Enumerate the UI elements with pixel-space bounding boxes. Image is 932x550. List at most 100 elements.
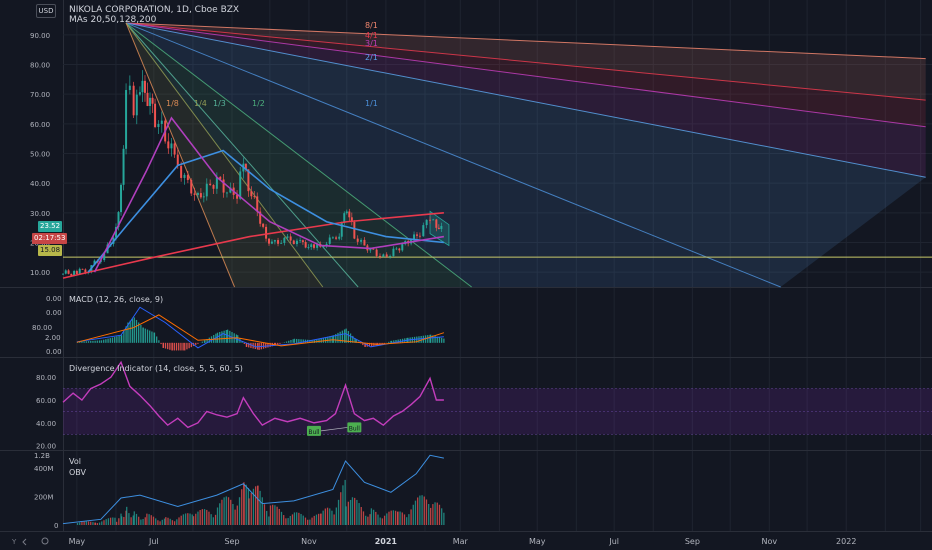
volume-bar — [171, 520, 174, 525]
volume-bar — [365, 515, 367, 525]
macd-histogram-bar — [430, 334, 432, 343]
volume-bar — [302, 515, 304, 525]
macd-histogram-bar — [219, 332, 221, 343]
volume-bar — [81, 521, 83, 525]
volume-bar — [397, 511, 399, 525]
currency-button[interactable]: USD — [36, 4, 56, 18]
candle-body — [143, 80, 146, 93]
candle-body — [398, 248, 401, 251]
volume-bar — [403, 514, 406, 525]
volume-bar — [261, 497, 263, 525]
macd-histogram-bar — [123, 330, 125, 343]
volume-bar — [208, 511, 210, 525]
volume-bar — [358, 503, 360, 525]
macd-histogram-bar — [201, 341, 203, 343]
volume-bar — [428, 504, 430, 525]
time-axis-label: 2021 — [375, 537, 398, 546]
candle-body — [432, 219, 435, 221]
divergence-tick-label: 60.00 — [36, 397, 56, 405]
volume-bar — [313, 515, 315, 525]
volume-bar — [335, 507, 337, 525]
macd-histogram-bar — [438, 337, 441, 343]
macd-histogram-bar — [111, 337, 114, 343]
volume-bar — [236, 505, 238, 525]
volume-bar — [285, 518, 287, 525]
macd-histogram-bar — [81, 341, 83, 343]
macd-histogram-bar — [98, 340, 101, 343]
candle-body — [292, 240, 295, 245]
gann-fan-label: 8/1 — [365, 21, 378, 30]
volume-tick-label: 200M — [34, 494, 53, 502]
divergence-tick-label: 80.00 — [36, 374, 56, 382]
volume-bar — [367, 516, 369, 525]
candle-body — [141, 80, 144, 93]
volume-bar — [293, 512, 296, 525]
volume-bar — [414, 500, 417, 525]
macd-histogram-bar — [223, 330, 225, 343]
candle-body — [78, 268, 81, 275]
volume-bar — [130, 517, 132, 525]
candle-body — [193, 193, 196, 195]
volume-bar — [212, 517, 215, 525]
macd-histogram-bar — [85, 341, 87, 343]
macd-histogram-bar — [204, 340, 206, 343]
volume-bar — [383, 515, 386, 525]
volume-bar — [340, 492, 342, 525]
macd-histogram-bar — [167, 342, 169, 350]
volume-bar — [399, 511, 401, 525]
candle-body — [146, 92, 149, 106]
candle-body — [389, 255, 392, 257]
volume-bar — [257, 485, 259, 525]
volume-bar — [269, 505, 272, 525]
volume-bar — [180, 515, 182, 525]
candle-body — [310, 244, 313, 248]
volume-bar — [283, 515, 285, 525]
macd-histogram-bar — [129, 320, 131, 343]
volume-bar — [370, 508, 373, 525]
macd-histogram-bar — [418, 336, 420, 343]
macd-histogram-bar — [290, 339, 292, 343]
candle-body — [64, 270, 67, 274]
candle-body — [363, 239, 366, 246]
time-axis-label: Sep — [224, 537, 239, 546]
volume-tick-label: 1.2B — [34, 452, 50, 460]
volume-bar — [266, 510, 268, 525]
volume-bar — [300, 513, 302, 525]
macd-histogram-bar — [156, 336, 158, 343]
volume-bar — [245, 484, 247, 525]
volume-bar — [216, 507, 219, 525]
macd-histogram-bar — [216, 332, 219, 343]
volume-bar — [192, 516, 195, 525]
candle-body — [385, 254, 388, 257]
volume-bar — [347, 501, 350, 525]
chart-canvas[interactable]: 10.00 20.00 30.00 40.00 50.00 60.00 70.00 80.00… — [0, 0, 932, 550]
macd-histogram-bar — [109, 338, 111, 343]
macd-histogram-bar — [92, 340, 94, 343]
volume-bar — [250, 492, 252, 525]
candle-body — [435, 219, 438, 228]
macd-histogram-bar — [441, 337, 443, 343]
volume-bar — [144, 517, 146, 525]
volume-tick-label: 0 — [54, 522, 58, 530]
volume-bar — [276, 506, 278, 525]
volume-bar — [157, 520, 159, 525]
candle-body — [120, 184, 123, 213]
volume-bar — [135, 513, 138, 525]
volume-bar — [287, 518, 289, 525]
macd-histogram-bar — [221, 331, 223, 343]
volume-bar — [238, 497, 241, 525]
macd-histogram-bar — [420, 335, 422, 343]
candle-body — [138, 92, 141, 95]
macd-histogram-bar — [175, 342, 178, 351]
macd-histogram-bar — [197, 342, 199, 344]
volume-bar — [146, 513, 148, 525]
candle-body — [128, 85, 131, 91]
candle-body — [170, 143, 173, 149]
macd-histogram-bar — [279, 342, 281, 344]
macd-histogram-bar — [94, 340, 96, 343]
candle-body — [345, 211, 348, 214]
volume-bar — [291, 514, 294, 525]
volume-bar — [184, 513, 187, 525]
volume-bar — [274, 505, 276, 525]
candle-body — [270, 241, 273, 244]
